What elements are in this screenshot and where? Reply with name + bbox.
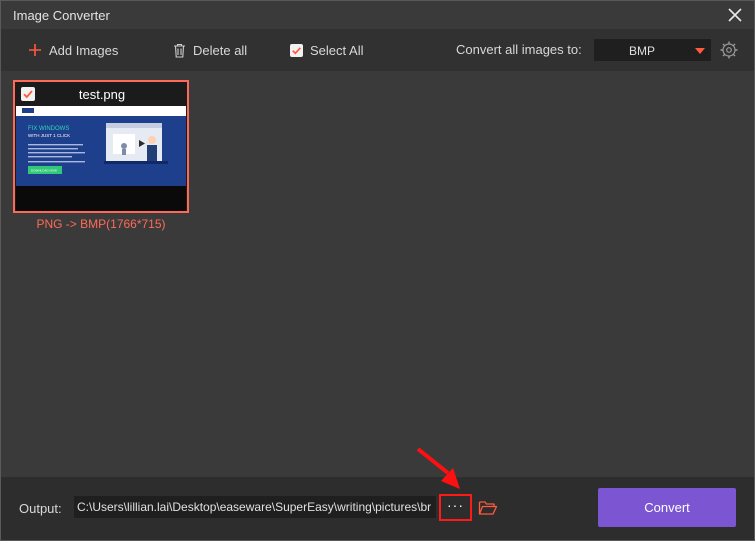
image-converter-window: Image Converter Add Images Delete all Se…	[0, 0, 755, 541]
delete-all-label: Delete all	[193, 42, 248, 58]
format-dropdown[interactable]: BMP	[594, 39, 711, 61]
select-all-label: Select All	[310, 42, 364, 58]
thumbnail-heading-1: FIX WINDOWS	[28, 126, 69, 132]
output-path-field[interactable]: C:\Users\lillian.lai\Desktop\easeware\Su…	[74, 496, 436, 518]
browse-button[interactable]: ···	[439, 494, 472, 521]
annotation-arrow-icon	[416, 447, 460, 489]
image-list-area: test.png FIX WINDOWS WITH JUST 1 CLICK D…	[1, 71, 754, 477]
trash-icon	[174, 43, 185, 58]
output-label: Output:	[19, 501, 62, 516]
delete-all-button[interactable]: Delete all	[173, 29, 247, 71]
convert-all-label: Convert all images to:	[456, 42, 582, 57]
gear-icon[interactable]	[719, 40, 739, 60]
checkbox-checked-icon	[290, 43, 303, 57]
select-all-checkbox[interactable]: Select All	[290, 29, 363, 71]
thumbnail-button-text: DOWNLOAD NOW	[31, 169, 57, 173]
output-bar: Output: C:\Users\lillian.lai\Desktop\eas…	[1, 477, 754, 540]
title-bar: Image Converter	[1, 1, 754, 29]
plus-icon	[29, 44, 41, 56]
chevron-down-icon	[695, 48, 705, 54]
add-images-button[interactable]: Add Images	[28, 29, 118, 71]
window-title: Image Converter	[13, 8, 110, 23]
image-filename: test.png	[78, 87, 126, 102]
image-thumbnail: FIX WINDOWS WITH JUST 1 CLICK DOWNLOAD N…	[16, 106, 186, 186]
add-images-label: Add Images	[49, 42, 119, 58]
format-value: BMP	[629, 44, 656, 58]
thumbnail-footer	[16, 186, 186, 211]
close-icon[interactable]	[723, 4, 747, 26]
image-card[interactable]: test.png FIX WINDOWS WITH JUST 1 CLICK D…	[13, 80, 189, 213]
conversion-info: PNG -> BMP(1766*715)	[36, 217, 166, 231]
toolbar: Add Images Delete all Select All Convert…	[1, 29, 754, 71]
convert-button[interactable]: Convert	[598, 488, 736, 527]
folder-icon[interactable]	[478, 499, 498, 517]
thumbnail-heading-2: WITH JUST 1 CLICK	[28, 133, 70, 138]
